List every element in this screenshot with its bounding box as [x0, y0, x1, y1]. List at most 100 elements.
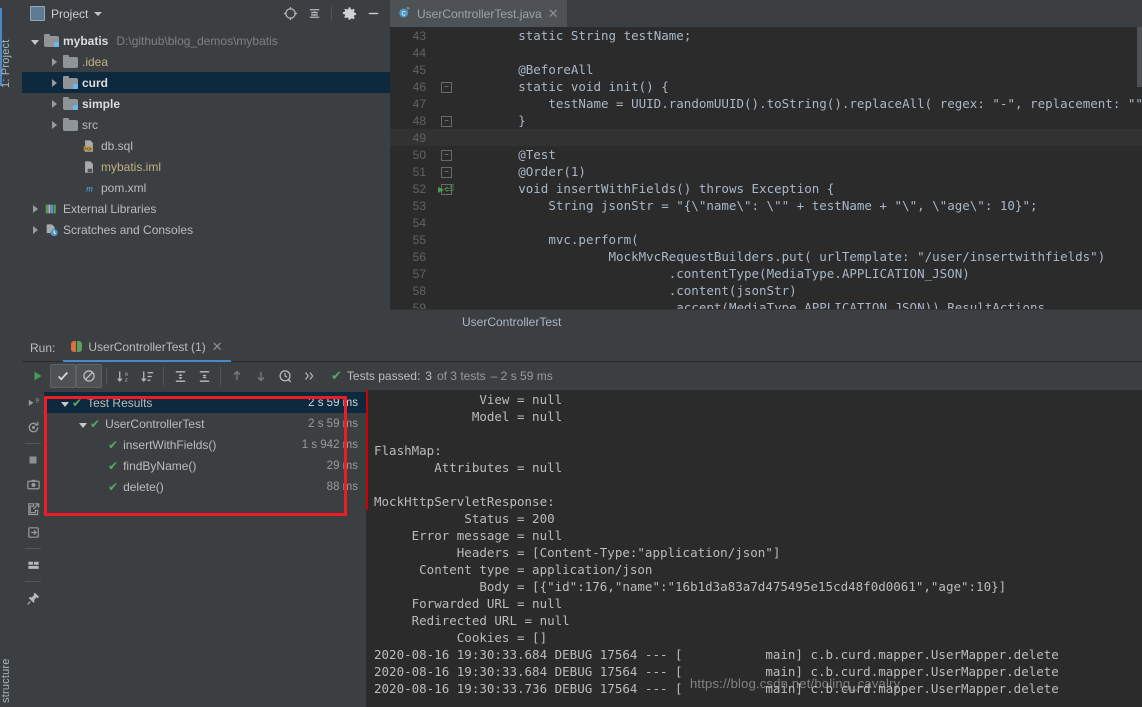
sort-alphabetically-icon[interactable]: az [111, 365, 135, 387]
code-line[interactable]: 52 − ▸⏎ void insertWithFields() throws Exc… [390, 180, 1142, 197]
sidebar-tab-structure[interactable]: structure [0, 645, 22, 703]
project-title-group[interactable]: Project [22, 6, 279, 21]
editor-gutter[interactable]: − [434, 112, 458, 129]
editor-gutter[interactable] [434, 214, 458, 231]
collapse-all-icon[interactable] [303, 3, 325, 25]
test-tree-row[interactable]: ✔ Test Results 2 s 59 ms [44, 392, 366, 413]
editor-gutter[interactable] [434, 129, 458, 146]
tree-node-mybatis[interactable]: mybatis D:\github\blog_demos\mybatis [22, 30, 390, 51]
chevron-right-icon[interactable] [47, 55, 61, 69]
console-output[interactable]: View = null Model = null FlashMap: Attrib… [366, 390, 1142, 707]
settings-icon[interactable] [338, 3, 360, 25]
hide-panel-icon[interactable] [362, 3, 384, 25]
code-line[interactable]: 45 @BeforeAll [390, 61, 1142, 78]
editor-gutter[interactable] [434, 282, 458, 299]
tree-node-mybatis-iml[interactable]: mybatis.iml [22, 156, 390, 177]
editor-gutter[interactable] [434, 44, 458, 61]
chevron-down-icon[interactable] [94, 11, 103, 16]
tree-node-external-libraries[interactable]: External Libraries [22, 198, 390, 219]
fold-marker-icon[interactable]: − [441, 150, 452, 161]
sort-by-duration-icon[interactable] [135, 365, 159, 387]
chevron-down-icon[interactable] [28, 34, 42, 48]
project-panel: Project mybatis D:\github\blog_demos\myba… [22, 0, 390, 334]
code-line[interactable]: 46 − static void init() { [390, 78, 1142, 95]
chevron-right-icon[interactable] [47, 97, 61, 111]
editor-scrollbar[interactable] [1137, 27, 1142, 87]
test-results-tree[interactable]: ✔ Test Results 2 s 59 ms ✔ UserControllerTes… [44, 390, 366, 707]
editor-gutter[interactable] [434, 61, 458, 78]
tree-node-simple[interactable]: simple [22, 93, 390, 114]
tree-node-scratches-and-consoles[interactable]: Scratches and Consoles [22, 219, 390, 240]
code-line[interactable]: 51 − @Order(1) [390, 163, 1142, 180]
chevron-right-icon[interactable] [28, 202, 42, 216]
code-line[interactable]: 44 [390, 44, 1142, 61]
editor-gutter[interactable] [434, 27, 458, 44]
chevron-right-icon[interactable] [28, 223, 42, 237]
import-icon[interactable] [23, 521, 43, 543]
test-tree-row[interactable]: ✔ UserControllerTest 2 s 59 ms [44, 413, 366, 434]
show-passed-toggle[interactable] [50, 364, 76, 388]
breadcrumb[interactable]: UserControllerTest [390, 309, 1142, 334]
more-icon[interactable] [297, 365, 321, 387]
rerun-failed-icon[interactable] [23, 416, 43, 438]
chevron-right-icon[interactable] [47, 118, 61, 132]
editor-gutter[interactable]: − [434, 163, 458, 180]
rerun-icon[interactable]: 9 [23, 392, 43, 414]
code-editor[interactable]: 43 static String testName; 44 45 @BeforeAl… [390, 27, 1142, 310]
pin-icon[interactable] [23, 587, 43, 609]
code-line[interactable]: 53 String jsonStr = "{\"name\": \"" + te… [390, 197, 1142, 214]
layout-icon[interactable] [23, 554, 43, 576]
expand-all-icon[interactable] [168, 365, 192, 387]
code-line[interactable]: 56 MockMvcRequestBuilders.put( urlTempla… [390, 248, 1142, 265]
test-tree-row[interactable]: ✔ insertWithFields() 1 s 942 ms [44, 434, 366, 455]
editor-gutter[interactable]: − [434, 78, 458, 95]
test-tree-row[interactable]: ✔ delete() 88 ms [44, 476, 366, 497]
fold-marker-icon[interactable]: − [441, 116, 452, 127]
code-line[interactable]: 54 [390, 214, 1142, 231]
code-line[interactable]: 49 [390, 129, 1142, 146]
hide-ignored-toggle[interactable] [76, 364, 102, 388]
tree-node-pom-xml[interactable]: m pom.xml [22, 177, 390, 198]
collapse-all-icon[interactable] [192, 365, 216, 387]
chevron-right-icon[interactable] [47, 76, 61, 90]
chevron-down-icon[interactable] [76, 417, 90, 431]
code-line[interactable]: 47 testName = UUID.randomUUID().toString… [390, 95, 1142, 112]
code-line[interactable]: 48 − } [390, 112, 1142, 129]
tree-node-src[interactable]: src [22, 114, 390, 135]
editor-gutter[interactable] [434, 265, 458, 282]
tree-node-db-sql[interactable]: SQL db.sql [22, 135, 390, 156]
locate-icon[interactable] [279, 3, 301, 25]
history-icon[interactable] [273, 365, 297, 387]
editor-gutter[interactable] [434, 248, 458, 265]
run-configuration-tab[interactable]: UserControllerTest (1) ✕ [63, 333, 231, 362]
editor-gutter[interactable] [434, 231, 458, 248]
code-line[interactable]: 50 − @Test [390, 146, 1142, 163]
screenshot-icon[interactable] [23, 473, 43, 495]
code-line[interactable]: 58 .content(jsonStr) [390, 282, 1142, 299]
chevron-down-icon[interactable] [58, 396, 72, 410]
editor-gutter[interactable] [434, 95, 458, 112]
stop-icon[interactable] [23, 449, 43, 471]
project-tree[interactable]: mybatis D:\github\blog_demos\mybatis .idea… [22, 27, 390, 334]
tree-node-curd[interactable]: curd [22, 72, 390, 93]
close-icon[interactable]: ✕ [548, 7, 559, 20]
rerun-icon[interactable] [26, 365, 50, 387]
fold-marker-icon[interactable]: − [441, 82, 452, 93]
tree-node-idea[interactable]: .idea [22, 51, 390, 72]
next-failed-icon[interactable] [249, 365, 273, 387]
sidebar-tab-project[interactable]: 1: Project [0, 8, 22, 88]
line-number: 44 [412, 45, 426, 60]
editor-tab-usercontrollertest[interactable]: C UserControllerTest.java ✕ [390, 0, 567, 29]
editor-gutter[interactable]: − ▸⏎ [434, 180, 458, 197]
run-test-gutter-icon[interactable]: ▸⏎ [438, 182, 454, 196]
fold-marker-icon[interactable]: − [441, 167, 452, 178]
test-tree-row[interactable]: ✔ findByName() 29 ms [44, 455, 366, 476]
code-line[interactable]: 55 mvc.perform( [390, 231, 1142, 248]
code-line[interactable]: 43 static String testName; [390, 27, 1142, 44]
close-icon[interactable]: ✕ [212, 340, 223, 353]
code-line[interactable]: 57 .contentType(MediaType.APPLICATION_JS… [390, 265, 1142, 282]
prev-failed-icon[interactable] [225, 365, 249, 387]
editor-gutter[interactable]: − [434, 146, 458, 163]
export-icon[interactable] [23, 497, 43, 519]
editor-gutter[interactable] [434, 197, 458, 214]
